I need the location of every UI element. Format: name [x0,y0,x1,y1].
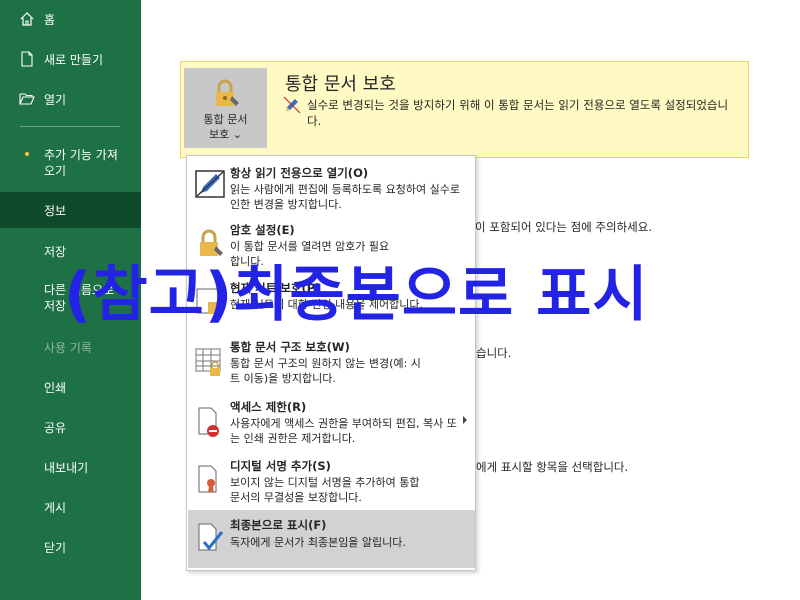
menu-item-mark-as-final[interactable]: 최종본으로 표시(F) 독자에게 문서가 최종본임을 알립니다. [188,510,475,568]
nav-home-label: 홈 [44,12,56,27]
chevron-down-icon: ⌄ [232,128,242,141]
menu-item-title: 통합 문서 구조 보호(W) [230,340,350,354]
nav-close-label: 닫기 [44,540,67,555]
browser-view-hint-text: 에게 표시할 항목을 선택합니다. [476,460,629,474]
nav-save-as[interactable]: 다른 이름으로 저장 [0,278,141,322]
protect-button-label-line1: 통합 문서 [203,113,248,126]
pencil-icon [283,96,301,114]
nav-get-addins[interactable]: 추가 기능 가져오기 [0,143,141,187]
backstage-sidebar: 홈 새로 만들기 열기 추가 기능 가져오기 정보 저장 다른 이름으로 저장 … [0,0,141,600]
nav-info[interactable]: 정보 [0,192,141,228]
protect-workbook-button[interactable]: 통합 문서 보호 ⌄ [184,68,267,148]
sheet-lock-icon [196,288,222,314]
menu-item-restrict-access[interactable]: 액세스 제한(R) 사용자에게 액세스 권한을 부여하되 편집, 복사 또는 인… [188,394,475,452]
protect-description: 실수로 변경되는 것을 방지하기 위해 이 통합 문서는 읽기 전용으로 열도록… [307,98,729,128]
nav-share-label: 공유 [44,420,67,435]
versions-hint-text: 습니다. [476,346,512,360]
menu-item-desc: 통합 문서 구조의 원하지 않는 변경(예: 시트 이동)을 방지합니다. [230,357,421,385]
nav-home[interactable]: 홈 [0,1,141,37]
menu-item-digital-signature[interactable]: 디지털 서명 추가(S) 보이지 않는 디지털 서명을 추가하여 통합 문서의 … [188,454,475,510]
menu-item-desc: 보이지 않는 디지털 서명을 추가하여 통합 문서의 무결성을 보장합니다. [230,476,420,504]
submenu-arrow-icon [463,416,467,424]
nav-new[interactable]: 새로 만들기 [0,41,141,77]
notification-dot-icon [25,152,29,156]
menu-item-desc: 사용자에게 액세스 권한을 부여하되 편집, 복사 또는 인쇄 권한은 제거합니… [230,417,457,445]
nav-publish[interactable]: 게시 [0,489,141,525]
menu-item-title: 암호 설정(E) [230,223,295,237]
menu-item-desc: 독자에게 문서가 최종본임을 알립니다. [230,536,406,549]
nav-print[interactable]: 인쇄 [0,369,141,405]
new-document-icon [21,51,33,67]
menu-item-protect-sheet[interactable]: 현재 시트 보호(P) 현재 시트에 대한 변경 내용을 제어합니다. [188,276,475,332]
nav-save-label: 저장 [44,244,67,259]
nav-history: 사용 기록 [0,329,141,365]
menu-item-desc: 현재 시트에 대한 변경 내용을 제어합니다. [230,298,424,311]
menu-item-title: 항상 읽기 전용으로 열기(O) [230,166,369,180]
restrict-access-icon [198,407,219,437]
menu-item-desc: 읽는 사람에게 편집에 등록하도록 요청하여 실수로 인한 변경을 방지합니다. [230,183,461,211]
inspect-hint-text: 이 포함되어 있다는 점에 주의하세요. [475,220,652,234]
menu-item-protect-structure[interactable]: 통합 문서 구조 보호(W) 통합 문서 구조의 원하지 않는 변경(예: 시트… [188,334,475,392]
nav-save-as-label: 다른 이름으로 저장 [44,283,115,313]
protect-button-label: 통합 문서 보호 ⌄ [204,112,248,142]
nav-new-label: 새로 만들기 [44,52,104,67]
protect-button-label-line2: 보호 ⌄ [209,128,242,141]
signature-ribbon-icon [198,465,217,493]
nav-publish-label: 게시 [44,500,67,515]
nav-divider [20,126,120,127]
menu-item-title: 현재 시트 보호(P) [230,281,321,295]
menu-item-always-read-only[interactable]: 항상 읽기 전용으로 열기(O) 읽는 사람에게 편집에 등록하도록 요청하여 … [188,160,475,216]
mark-final-icon [198,523,224,551]
lock-key-icon [215,79,239,106]
lock-key-icon [200,229,223,256]
menu-item-desc: 이 통합 문서를 열려면 암호가 필요합니다. [230,240,390,268]
protect-title: 통합 문서 보호 [285,74,396,95]
home-icon [20,12,34,26]
nav-info-label: 정보 [44,203,67,218]
menu-item-title: 액세스 제한(R) [230,400,307,414]
nav-open-label: 열기 [44,92,67,107]
nav-open[interactable]: 열기 [0,81,141,117]
nav-save[interactable]: 저장 [0,233,141,269]
menu-item-encrypt-password[interactable]: 암호 설정(E) 이 통합 문서를 열려면 암호가 필요합니다. [188,218,475,274]
nav-export-label: 내보내기 [44,460,89,475]
read-only-pencil-icon [195,170,225,198]
nav-share[interactable]: 공유 [0,409,141,445]
nav-print-label: 인쇄 [44,380,67,395]
nav-close[interactable]: 닫기 [0,529,141,565]
menu-item-title: 디지털 서명 추가(S) [230,459,331,473]
menu-item-title: 최종본으로 표시(F) [230,518,327,532]
protect-workbook-dropdown: 항상 읽기 전용으로 열기(O) 읽는 사람에게 편집에 등록하도록 요청하여 … [186,155,476,571]
nav-export[interactable]: 내보내기 [0,449,141,485]
nav-get-addins-label: 추가 기능 가져오기 [44,148,118,178]
grid-lock-icon [195,348,221,376]
open-folder-icon [19,93,35,105]
nav-history-label: 사용 기록 [44,340,92,355]
